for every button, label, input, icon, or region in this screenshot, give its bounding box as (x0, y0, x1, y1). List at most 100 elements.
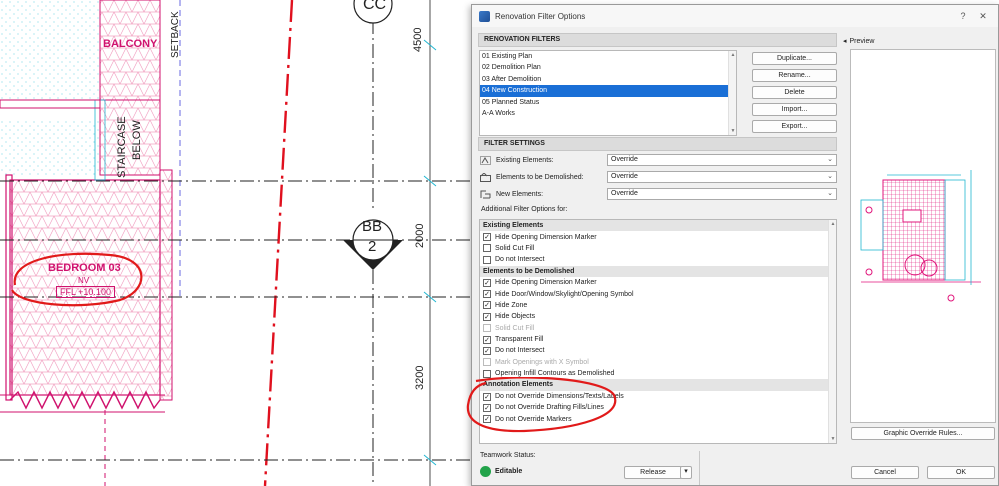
new-elements-icon (480, 190, 491, 199)
option-row[interactable]: ✓ Do not Intersect (480, 345, 836, 356)
checkbox-checked[interactable]: ✓ (483, 335, 491, 344)
chevron-down-icon: ⌄ (827, 156, 833, 163)
demolished-elements-label: Elements to be Demolished: (496, 174, 584, 181)
chevron-down-icon: ⌄ (827, 173, 833, 180)
option-row[interactable]: ✓ Hide Opening Dimension Marker (480, 231, 836, 242)
checkbox-checked[interactable]: ✓ (483, 233, 491, 242)
preview-toggle[interactable]: ◂ Preview (843, 37, 874, 46)
option-row[interactable]: ✓ Hide Door/Window/Skylight/Opening Symbo… (480, 288, 836, 299)
teamwork-status-label: Teamwork Status: (480, 452, 536, 459)
checkbox-unchecked[interactable] (483, 369, 491, 378)
option-row[interactable]: Opening Infill Contours as Demolished (480, 368, 836, 379)
teamwork-status: Editable (480, 466, 522, 477)
help-button[interactable]: ? (956, 9, 970, 23)
scroll-down-icon[interactable]: ▼ (830, 436, 836, 442)
checkbox-checked[interactable]: ✓ (483, 312, 491, 321)
export-button[interactable]: Export... (752, 120, 837, 133)
dimension-3200: 3200 (414, 365, 426, 390)
demolished-elements-row: Elements to be Demolished: (480, 171, 584, 184)
filter-item[interactable]: 03 After Demolition (480, 74, 736, 85)
existing-elements-value: Override (611, 156, 638, 163)
existing-elements-row: Existing Elements: (480, 154, 554, 167)
option-row[interactable]: ✓ Hide Zone (480, 300, 836, 311)
checkbox-checked[interactable]: ✓ (483, 392, 491, 401)
option-label: Hide Door/Window/Skylight/Opening Symbol (495, 290, 634, 298)
grid-label-cc: CC (363, 0, 387, 13)
filter-item[interactable]: 01 Existing Plan (480, 51, 736, 62)
new-elements-select[interactable]: Override ⌄ (607, 188, 837, 200)
checkbox-checked[interactable]: ✓ (483, 403, 491, 412)
new-elements-value: Override (611, 190, 638, 197)
bedroom-ffl-label: FFL +10.100 (56, 286, 115, 298)
grid-label-bb: BB (362, 218, 383, 235)
additional-options-list[interactable]: Existing Elements ✓ Hide Opening Dimensio… (479, 219, 837, 444)
option-label: Do not Intersect (495, 347, 545, 355)
group-header: Existing Elements (480, 220, 836, 232)
group-header: Elements to be Demolished (480, 265, 836, 277)
import-button[interactable]: Import... (752, 103, 837, 116)
option-row[interactable]: ✓ Transparent Fill (480, 334, 836, 345)
option-row-disabled: Mark Openings with X Symbol (480, 357, 836, 368)
option-row[interactable]: ✓ Hide Objects (480, 311, 836, 322)
checkbox-checked[interactable]: ✓ (483, 415, 491, 424)
filter-item[interactable]: 05 Planned Status (480, 97, 736, 108)
option-row[interactable]: ✓ Do not Override Markers (480, 414, 836, 425)
option-label: Solid Cut Fill (495, 244, 535, 252)
release-dropdown-chevron-icon[interactable]: ▾ (680, 466, 692, 479)
filter-item-selected[interactable]: 04 New Construction (480, 85, 736, 97)
duplicate-button[interactable]: Duplicate... (752, 52, 837, 65)
option-label: Do not Override Dimensions/Texts/Labels (495, 393, 624, 401)
additional-filter-options-label: Additional Filter Options for: (481, 206, 568, 213)
existing-elements-icon (480, 156, 491, 165)
teamwork-status-value: Editable (495, 468, 523, 475)
scroll-up-icon[interactable]: ▲ (730, 52, 736, 58)
checkbox-unchecked[interactable] (483, 255, 491, 264)
option-label: Do not Override Drafting Fills/Lines (495, 404, 604, 412)
dimension-4500: 4500 (412, 27, 424, 52)
existing-elements-select[interactable]: Override ⌄ (607, 154, 837, 166)
dimension-2000: 2000 (414, 223, 426, 248)
option-row-disabled: Solid Cut Fill (480, 323, 836, 334)
scroll-up-icon[interactable]: ▲ (830, 221, 836, 227)
checkbox-unchecked[interactable] (483, 244, 491, 253)
options-scrollbar[interactable]: ▲ ▼ (828, 220, 836, 443)
option-row[interactable]: ✓ Do not Override Drafting Fills/Lines (480, 402, 836, 413)
close-button[interactable]: ✕ (976, 9, 990, 23)
app-icon (479, 10, 490, 22)
option-row[interactable]: ✓ Do not Override Dimensions/Texts/Labels (480, 391, 836, 402)
balcony-label: BALCONY (103, 38, 158, 50)
option-row[interactable]: Do not Intersect (480, 254, 836, 265)
setback-label: SETBACK (170, 11, 181, 58)
dialog-titlebar[interactable]: Renovation Filter Options ? ✕ (472, 5, 998, 27)
option-row[interactable]: Solid Cut Fill (480, 243, 836, 254)
cancel-button[interactable]: Cancel (851, 466, 919, 479)
checkbox-checked[interactable]: ✓ (483, 301, 491, 310)
checkbox-checked[interactable]: ✓ (483, 346, 491, 355)
checkbox-disabled (483, 324, 491, 333)
option-label: Solid Cut Fill (495, 324, 535, 332)
ok-button[interactable]: OK (927, 466, 995, 479)
checkbox-disabled (483, 358, 491, 367)
preview-pane (850, 49, 996, 423)
bedroom-label: BEDROOM 03 (48, 262, 121, 274)
dialog-title: Renovation Filter Options (495, 11, 586, 21)
filters-scrollbar[interactable]: ▲ ▼ (728, 51, 736, 135)
rename-button[interactable]: Rename... (752, 69, 837, 82)
release-button[interactable]: Release (624, 466, 682, 479)
status-dot-icon (480, 466, 491, 477)
checkbox-checked[interactable]: ✓ (483, 290, 491, 299)
scroll-down-icon[interactable]: ▼ (730, 128, 736, 134)
new-elements-label: New Elements: (496, 191, 544, 198)
staircase-label: STAIRCASE (116, 116, 128, 178)
filter-item[interactable]: A-A Works (480, 108, 736, 119)
option-row[interactable]: ✓ Hide Opening Dimension Marker (480, 277, 836, 288)
delete-button[interactable]: Delete (752, 86, 837, 99)
checkbox-checked[interactable]: ✓ (483, 278, 491, 287)
demolished-elements-select[interactable]: Override ⌄ (607, 171, 837, 183)
option-label: Hide Objects (495, 313, 536, 321)
renovation-filters-list[interactable]: 01 Existing Plan 02 Demolition Plan 03 A… (479, 50, 737, 136)
option-label: Transparent Fill (495, 336, 544, 344)
filter-item[interactable]: 02 Demolition Plan (480, 62, 736, 73)
graphic-override-rules-button[interactable]: Graphic Override Rules... (851, 427, 995, 440)
option-label: Do not Override Markers (495, 415, 572, 423)
